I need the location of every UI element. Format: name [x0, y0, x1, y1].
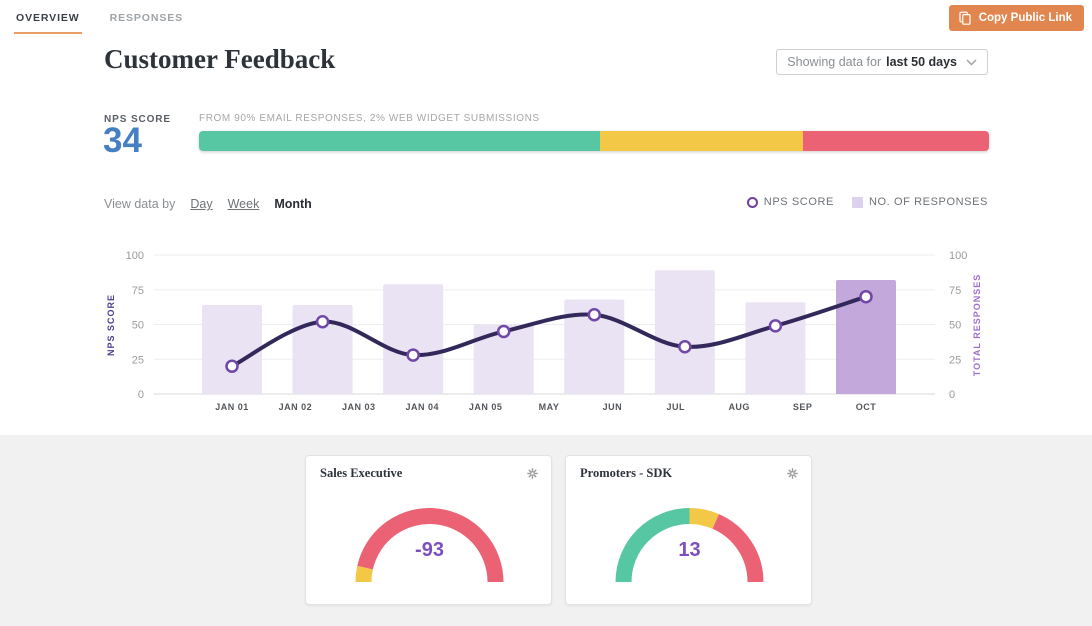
tab-overview[interactable]: OVERVIEW [14, 0, 82, 34]
copy-public-link-label: Copy Public Link [979, 12, 1072, 24]
widget-card-header: Sales Executive [306, 456, 551, 481]
svg-text:75: 75 [949, 285, 961, 297]
svg-text:JUL: JUL [667, 402, 686, 412]
legend-item-nps-score: NPS SCORE [747, 196, 834, 208]
svg-text:0: 0 [949, 389, 955, 401]
legend-label: NPS SCORE [764, 196, 834, 208]
nps-dashboard-page: OVERVIEW RESPONSES Copy Public Link Cust… [0, 0, 1092, 626]
svg-text:JAN 04: JAN 04 [405, 402, 439, 412]
nps-distribution-segment-red [803, 131, 989, 151]
svg-text:50: 50 [132, 320, 144, 332]
gauge-chart-sales-executive: -93 [306, 484, 553, 596]
page-title: Customer Feedback [104, 44, 335, 75]
legend-label: NO. OF RESPONSES [869, 196, 988, 208]
copy-icon [958, 11, 972, 25]
svg-text:MAY: MAY [539, 402, 560, 412]
view-option-week[interactable]: Week [228, 197, 260, 211]
nps-distribution-segment-green [199, 131, 600, 151]
nps-trend-chart-canvas[interactable]: 0 0 25 25 50 50 75 75 100 100 NPS SCORE TOTAL RESPO… [104, 243, 988, 417]
view-option-day[interactable]: Day [190, 197, 212, 211]
svg-text:JAN 01: JAN 01 [215, 402, 249, 412]
widget-card-header: Promoters - SDK [566, 456, 811, 481]
line-series-marker-icon [747, 197, 758, 208]
tab-responses[interactable]: RESPONSES [108, 0, 185, 34]
svg-text:50: 50 [949, 320, 961, 332]
widget-title: Promoters - SDK [580, 466, 672, 481]
widget-card-sales-executive: Sales Executive -93 [305, 455, 552, 605]
svg-text:25: 25 [949, 354, 961, 366]
gauge-chart-promoters-sdk: 13 [566, 484, 813, 596]
gear-icon[interactable] [526, 467, 539, 480]
view-option-month[interactable]: Month [274, 197, 311, 211]
svg-text:0: 0 [138, 389, 144, 401]
date-range-dropdown[interactable]: Showing data for last 50 days [776, 49, 988, 75]
svg-text:75: 75 [132, 285, 144, 297]
svg-text:13: 13 [678, 539, 700, 561]
svg-text:25: 25 [132, 354, 144, 366]
svg-text:JUN: JUN [603, 402, 623, 412]
gear-icon[interactable] [786, 467, 799, 480]
svg-text:NPS SCORE: NPS SCORE [106, 294, 116, 356]
nps-trend-chart: 0 0 25 25 50 50 75 75 100 100 NPS SCORE TOTAL RESPO… [104, 243, 988, 422]
view-data-by-controls: View data by Day Week Month [104, 197, 312, 211]
widget-title: Sales Executive [320, 466, 402, 481]
copy-public-link-button[interactable]: Copy Public Link [949, 5, 1084, 31]
date-range-value: last 50 days [886, 55, 957, 69]
svg-text:100: 100 [126, 250, 144, 262]
nps-distribution-segment-yellow [600, 131, 802, 151]
top-tab-bar: OVERVIEW RESPONSES [14, 0, 185, 34]
nps-distribution-bar [199, 131, 989, 151]
svg-text:-93: -93 [415, 539, 444, 561]
svg-text:100: 100 [949, 250, 967, 262]
widget-card-promoters-sdk: Promoters - SDK 13 [565, 455, 812, 605]
svg-text:AUG: AUG [728, 402, 750, 412]
nps-source-caption: FROM 90% EMAIL RESPONSES, 2% WEB WIDGET … [199, 113, 540, 124]
bar-series-marker-icon [852, 197, 863, 208]
chart-legend: NPS SCORE NO. OF RESPONSES [747, 196, 988, 208]
legend-item-responses: NO. OF RESPONSES [852, 196, 988, 208]
svg-text:OCT: OCT [856, 402, 877, 412]
nps-score-value: 34 [103, 121, 142, 161]
date-range-prefix: Showing data for [787, 55, 881, 69]
svg-text:JAN 02: JAN 02 [279, 402, 313, 412]
view-data-by-label: View data by [104, 197, 175, 211]
chevron-down-icon [966, 59, 977, 66]
svg-text:JAN 03: JAN 03 [342, 402, 376, 412]
svg-text:SEP: SEP [793, 402, 813, 412]
svg-text:JAN 05: JAN 05 [469, 402, 503, 412]
svg-text:TOTAL RESPONSES: TOTAL RESPONSES [972, 274, 982, 377]
